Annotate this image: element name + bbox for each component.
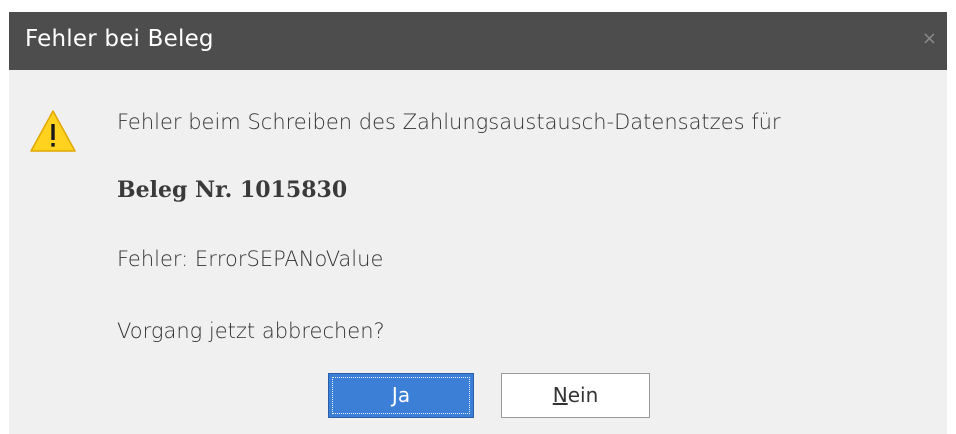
error-code-text: Fehler: ErrorSEPANoValue bbox=[117, 247, 384, 271]
yes-button[interactable]: Ja bbox=[328, 373, 474, 418]
yes-label: a bbox=[397, 383, 411, 407]
question-text: Vorgang jetzt abbrechen? bbox=[117, 319, 385, 343]
no-label: ein bbox=[567, 383, 599, 407]
no-button[interactable]: Nein bbox=[501, 373, 650, 418]
error-dialog: Fehler bei Beleg × Fehler beim Schreiben… bbox=[9, 12, 947, 434]
close-icon[interactable]: × bbox=[922, 30, 937, 48]
dialog-title: Fehler bei Beleg bbox=[25, 26, 214, 52]
warning-icon bbox=[30, 110, 76, 152]
dialog-titlebar[interactable]: Fehler bei Beleg × bbox=[9, 12, 947, 70]
screen: Fehler bei Beleg × Fehler beim Schreiben… bbox=[0, 0, 956, 434]
no-mnemonic: N bbox=[552, 383, 568, 407]
message-line: Fehler beim Schreiben des Zahlungsaustau… bbox=[117, 110, 781, 134]
document-number-label: Beleg Nr. 1015830 bbox=[117, 177, 348, 203]
